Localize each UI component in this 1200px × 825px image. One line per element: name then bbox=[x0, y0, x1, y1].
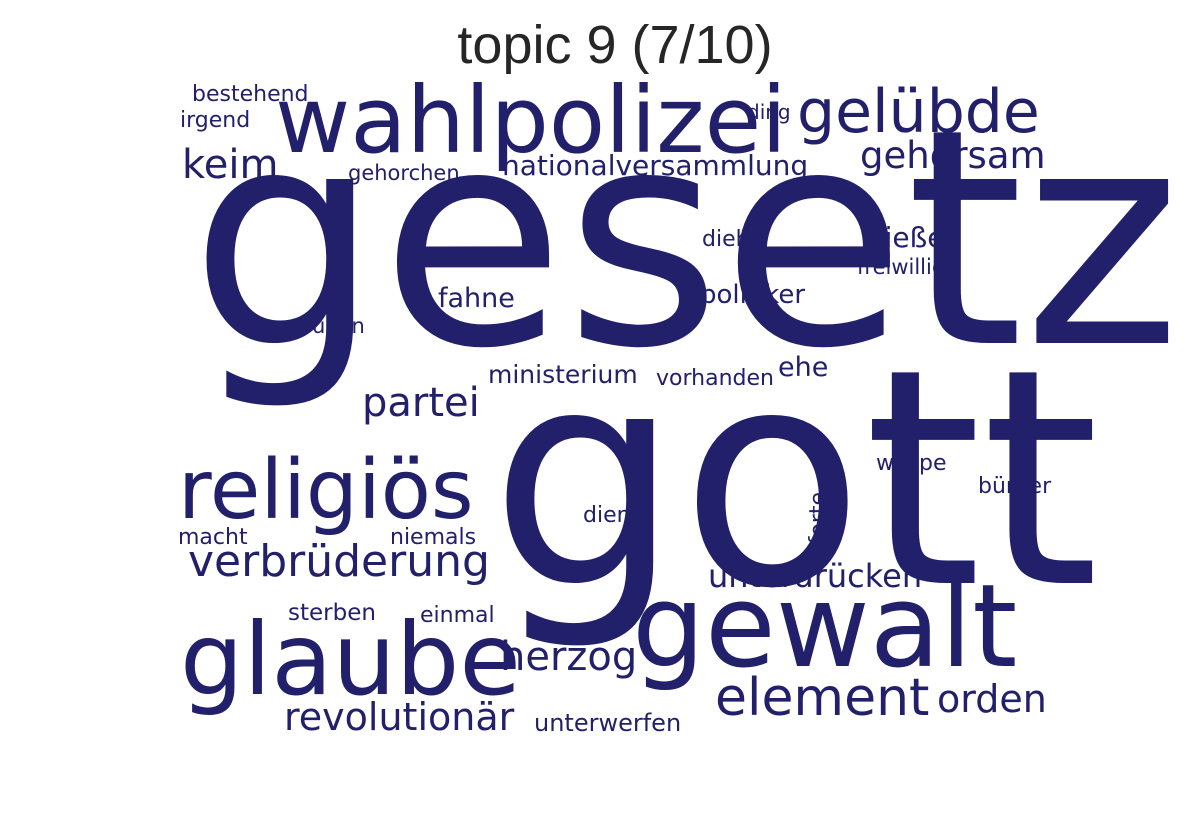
cloud-word-irgend: irgend bbox=[180, 108, 251, 133]
cloud-word-ding: ding bbox=[747, 100, 791, 124]
cloud-word-revolutionär: revolutionär bbox=[284, 695, 515, 739]
cloud-word-gelübde: gelübde bbox=[797, 77, 1040, 147]
cloud-word-freiwillig: freiwillig bbox=[857, 255, 946, 279]
cloud-word-politiker: politiker bbox=[700, 280, 806, 310]
cloud-word-ehe: ehe bbox=[778, 352, 829, 383]
cloud-word-religiös: religiös bbox=[178, 443, 474, 538]
cloud-word-nationalversammlung: nationalversammlung bbox=[502, 149, 809, 182]
cloud-word-macht: macht bbox=[178, 525, 248, 550]
cloud-word-gehorchen: gehorchen bbox=[348, 161, 460, 185]
cloud-word-keim: keim bbox=[182, 142, 279, 188]
cloud-word-unterwerfen: unterwerfen bbox=[534, 709, 682, 737]
cloud-word-ministerium: ministerium bbox=[488, 360, 638, 389]
cloud-word-element: element bbox=[715, 668, 930, 728]
cloud-word-fließen: fließen bbox=[867, 221, 963, 254]
cloud-word-partei: partei bbox=[362, 380, 480, 426]
cloud-word-dieb: dieb bbox=[702, 227, 750, 252]
word-cloud: gesetz gott wahlpolizei religiös gewalt glaub… bbox=[0, 0, 1200, 825]
cloud-word-orden: orden bbox=[937, 677, 1047, 721]
cloud-word-bürger: bürger bbox=[978, 474, 1052, 499]
cloud-word-bestehend: bestehend bbox=[192, 82, 309, 107]
cloud-word-sterben: sterben bbox=[288, 600, 376, 626]
cloud-word-einmal: einmal bbox=[420, 603, 495, 628]
cloud-word-dienst: dienst bbox=[583, 503, 651, 528]
cloud-word-unterdrücken: unterdrücken bbox=[708, 557, 923, 595]
cloud-word-üben: üben bbox=[312, 314, 365, 338]
cloud-word-herzog: herzog bbox=[500, 634, 638, 680]
cloud-word-fahne: fahne bbox=[438, 283, 515, 314]
cloud-word-pforte: pforte bbox=[806, 492, 831, 559]
cloud-word-vorhanden: vorhanden bbox=[656, 366, 774, 391]
cloud-word-gehorsam: gehorsam bbox=[860, 134, 1046, 177]
word-cloud-figure: topic 9 (7/10) gesetz gott wahlpolizei reli… bbox=[0, 0, 1200, 825]
cloud-word-niemals: niemals bbox=[390, 525, 477, 550]
cloud-word-wespe: wespe bbox=[876, 451, 947, 476]
